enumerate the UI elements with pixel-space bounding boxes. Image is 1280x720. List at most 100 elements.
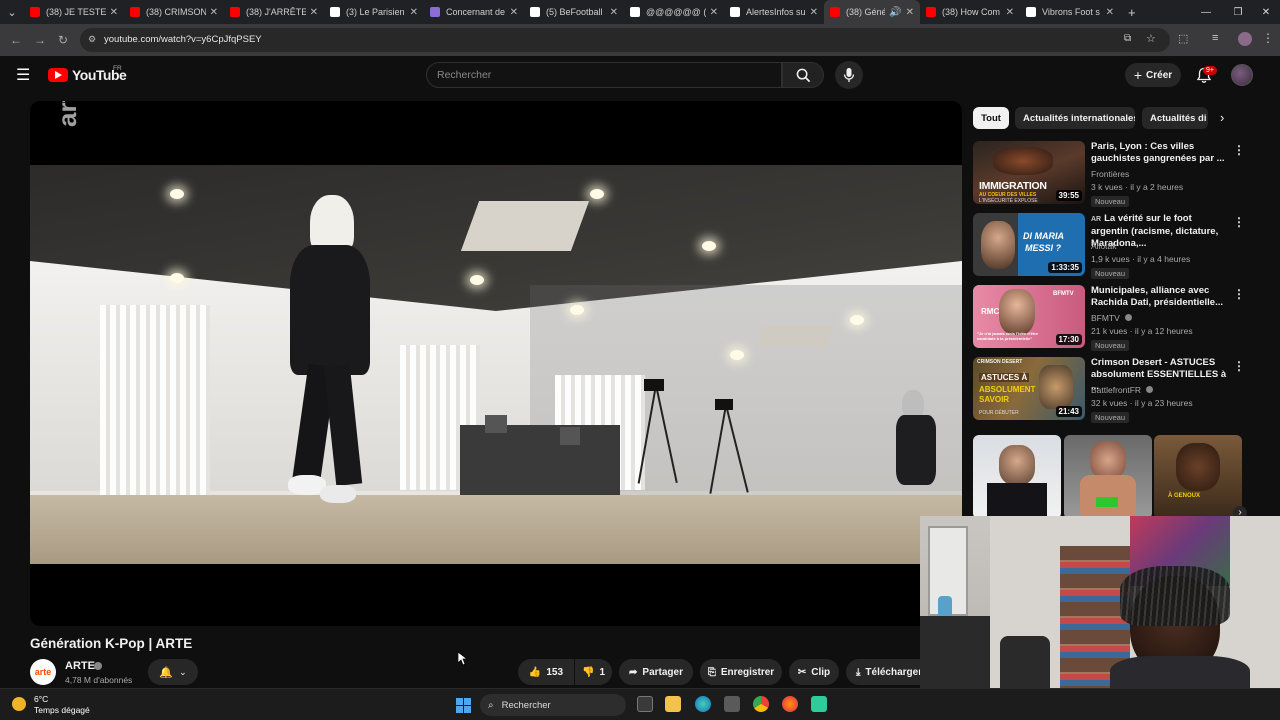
chip-all[interactable]: Tout (973, 107, 1009, 129)
weather-temperature[interactable]: 6°C (34, 694, 48, 704)
new-badge: Nouveau (1091, 196, 1130, 207)
app-icon[interactable] (811, 696, 827, 712)
short-body (987, 483, 1047, 519)
browser-tab[interactable]: (38) CRIMSON ✕ (124, 0, 224, 24)
chrome-browser-icon[interactable] (753, 696, 769, 712)
recommendation-meta: 32 k vues · il y a 23 heures (1091, 398, 1193, 408)
browser-tab[interactable]: (38) How Com ✕ (920, 0, 1020, 24)
dislike-button[interactable]: 👎 1 (575, 659, 612, 685)
extensions-icon[interactable]: ⬚ (1178, 32, 1188, 45)
speaker-icon[interactable]: 🔊 (889, 7, 901, 18)
like-button[interactable]: 👍 153 (518, 659, 574, 685)
media-control-icon[interactable]: ≡ (1212, 32, 1218, 44)
recommendation-channel: Aliotak (1091, 241, 1117, 251)
close-window-icon[interactable]: ✕ (1250, 0, 1280, 24)
clip-button[interactable]: ✂ Clip (789, 659, 839, 685)
close-tab-icon[interactable]: ✕ (610, 7, 618, 18)
firefox-browser-icon[interactable] (782, 696, 798, 712)
browser-tab[interactable]: (38) J'ARRÊTE T ✕ (224, 0, 324, 24)
youtube-favicon-icon (830, 7, 840, 17)
video-player[interactable]: arte (30, 101, 962, 626)
close-tab-icon[interactable]: ✕ (110, 7, 118, 18)
more-actions-icon[interactable]: ⋮ (1233, 287, 1245, 301)
tab-title: (38) J'ARRÊTE T (246, 7, 306, 17)
chips-next-chevron-icon[interactable]: › (1220, 110, 1224, 125)
taskbar-search[interactable]: ⌕ Rechercher (480, 694, 626, 716)
more-actions-icon[interactable]: ⋮ (1233, 359, 1245, 373)
weather-moon-icon[interactable] (12, 697, 26, 711)
thumbnail-text: DI MARIA (1023, 231, 1064, 241)
share-label: Partager (642, 666, 683, 678)
thumbnail-caption: CRIMSON DESERT (977, 359, 1023, 365)
new-badge: Nouveau (1091, 412, 1130, 423)
start-windows-icon[interactable] (456, 698, 471, 713)
recommendation-item[interactable]: CRIMSON DESERT ASTUCES À ABSOLUMENT SAVO… (973, 357, 1263, 423)
recommendation-item[interactable]: DI MARIA MESSI ? 1:33:35 AR La vérité sur… (973, 213, 1263, 279)
site-info-icon[interactable]: ⚙ (88, 34, 96, 45)
recommendation-item[interactable]: IMMIGRATION AU COEUR DES VILLES L'INSÉCU… (973, 141, 1263, 207)
close-tab-icon[interactable]: ✕ (710, 7, 718, 18)
search-icon (796, 68, 811, 83)
clip-label: Clip (811, 666, 831, 678)
search-button[interactable] (782, 62, 824, 88)
video-duration: 39:55 (1055, 190, 1082, 201)
create-button[interactable]: + Créer (1125, 63, 1181, 87)
install-app-icon[interactable]: ⧉ (1124, 33, 1131, 44)
minimize-icon[interactable]: — (1190, 0, 1222, 24)
save-button[interactable]: ⎘ Enregistrer (700, 659, 782, 685)
short-thumbnail[interactable]: À GENOUX (1154, 435, 1242, 519)
thumbnail-caption: "Je n'ai jamais émis l'idée d'être candi… (977, 331, 1039, 341)
file-explorer-icon[interactable] (665, 696, 681, 712)
browser-tab[interactable]: (3) Le Parisien ✕ (324, 0, 424, 24)
weather-description[interactable]: Temps dégagé (34, 705, 90, 715)
forward-arrow-icon[interactable]: → (32, 32, 48, 48)
hamburger-menu-icon[interactable]: ☰ (16, 65, 30, 85)
browser-tab[interactable]: Concernant de ✕ (424, 0, 524, 24)
close-tab-icon[interactable]: ✕ (510, 7, 518, 18)
store-icon[interactable] (724, 696, 740, 712)
edge-browser-icon[interactable] (695, 696, 711, 712)
close-tab-icon[interactable]: ✕ (410, 7, 418, 18)
chip-news[interactable]: Actualités di (1142, 107, 1208, 129)
short-thumbnail[interactable] (973, 435, 1061, 519)
close-tab-icon[interactable]: ✕ (1106, 7, 1114, 18)
share-button[interactable]: ➦ Partager (619, 659, 693, 685)
close-tab-icon[interactable]: ✕ (210, 7, 218, 18)
short-thumbnail[interactable] (1064, 435, 1152, 519)
close-tab-icon[interactable]: ✕ (1006, 7, 1014, 18)
search-input[interactable]: Rechercher (426, 62, 782, 88)
browser-menu-icon[interactable]: ⋮ (1262, 31, 1274, 45)
channel-avatar[interactable]: arte (30, 659, 56, 685)
reload-icon[interactable]: ↻ (55, 32, 71, 48)
more-actions-icon[interactable]: ⋮ (1233, 215, 1245, 229)
new-tab-button[interactable]: + (1128, 5, 1136, 20)
back-arrow-icon[interactable]: ← (8, 32, 24, 48)
more-actions-icon[interactable]: ⋮ (1233, 143, 1245, 157)
recommendation-item[interactable]: RMC BFMTV "Je n'ai jamais émis l'idée d'… (973, 285, 1263, 351)
dancer-shoe (320, 485, 356, 503)
omnibox[interactable]: ⚙ youtube.com/watch?v=y6CpJfqPSEY ⧉ ☆ (80, 28, 1170, 52)
dancer-reflection (896, 415, 936, 485)
thumbs-up-icon: 👍 (528, 666, 542, 678)
browser-tab[interactable]: Vibrons Foot s ✕ (1020, 0, 1120, 24)
browser-tab[interactable]: @@@@@@ (@a ✕ (624, 0, 724, 24)
browser-tab-active[interactable]: (38) Géné 🔊 ✕ (824, 0, 920, 24)
tab-search-chevron-icon[interactable]: ⌄ (0, 0, 24, 24)
profile-avatar[interactable] (1238, 32, 1252, 46)
close-tab-icon[interactable]: ✕ (810, 7, 818, 18)
subscribed-bell-button[interactable]: 🔔 ⌄ (148, 659, 198, 685)
search-placeholder: Rechercher (437, 69, 492, 81)
account-avatar[interactable] (1231, 64, 1253, 86)
plus-icon: + (1133, 67, 1143, 83)
chip-international-news[interactable]: Actualités internationales (1015, 107, 1135, 129)
youtube-logo-icon[interactable] (48, 68, 68, 82)
channel-name[interactable]: ARTE (65, 660, 95, 672)
close-tab-icon[interactable]: ✕ (310, 7, 318, 18)
task-view-icon[interactable] (637, 696, 653, 712)
browser-tab[interactable]: (5) BeFootball ✕ (524, 0, 624, 24)
bookmark-star-icon[interactable]: ☆ (1146, 32, 1156, 45)
voice-search-button[interactable] (835, 61, 863, 89)
browser-tab[interactable]: AlertesInfos su ✕ (724, 0, 824, 24)
close-tab-icon[interactable]: ✕ (906, 7, 914, 18)
browser-tab[interactable]: (38) JE TESTE L ✕ (24, 0, 124, 24)
